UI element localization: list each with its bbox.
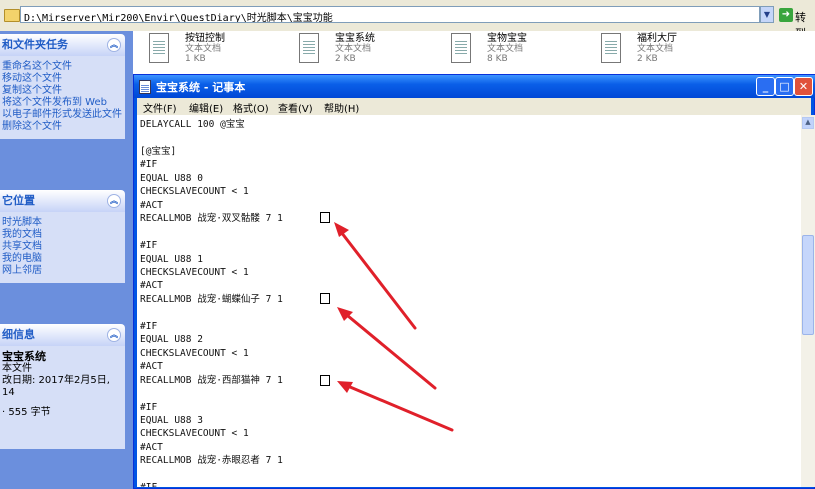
task-rename[interactable]: 重命名这个文件 <box>0 61 125 73</box>
file-name: 福利大厅 <box>637 33 677 44</box>
panel-title: 细信息 <box>2 328 35 341</box>
place-my-documents[interactable]: 我的文档 <box>0 229 125 241</box>
highlight-box <box>320 212 330 223</box>
place-shared-documents[interactable]: 共享文档 <box>0 241 125 253</box>
task-pane: 和文件夹任务 ︽ 重命名这个文件 移动这个文件 复制这个文件 将这个文件发布到 … <box>0 31 133 489</box>
file-list: 按钮控制 文本文档 1 KB 宝宝系统 文本文档 2 KB 宝物宝宝 文本文档 … <box>133 31 815 76</box>
detail-size: · 555 字节 <box>2 407 51 418</box>
file-tasks-header[interactable]: 和文件夹任务 ︽ <box>0 34 125 56</box>
highlight-box <box>320 293 330 304</box>
close-icon[interactable]: ✕ <box>794 77 813 96</box>
file-item[interactable]: 宝物宝宝 文本文档 8 KB <box>451 33 581 73</box>
menu-file[interactable]: 文件(F) <box>143 100 177 115</box>
file-name: 按钮控制 <box>185 33 225 44</box>
title-bar[interactable]: 宝宝系统 - 记事本 _ □ ✕ <box>134 75 815 98</box>
window-title: 宝宝系统 - 记事本 <box>156 81 246 94</box>
task-copy[interactable]: 复制这个文件 <box>0 85 125 97</box>
task-move[interactable]: 移动这个文件 <box>0 73 125 85</box>
address-dropdown-icon[interactable]: ▼ <box>760 6 774 23</box>
detail-type: 本文件 <box>2 363 32 374</box>
scroll-thumb[interactable] <box>802 235 814 335</box>
file-item[interactable]: 福利大厅 文本文档 2 KB <box>601 33 731 73</box>
file-type: 文本文档 <box>185 44 222 54</box>
file-size: 8 KB <box>487 54 508 64</box>
detail-name: 宝宝系统 <box>2 350 46 363</box>
file-item[interactable]: 宝宝系统 文本文档 2 KB <box>299 33 429 73</box>
vertical-scrollbar[interactable]: ▲ <box>801 115 815 487</box>
file-name: 宝物宝宝 <box>487 33 527 44</box>
text-file-icon <box>451 33 471 63</box>
go-arrow-icon[interactable]: ➜ <box>779 8 793 22</box>
task-email[interactable]: 以电子邮件形式发送此文件 <box>0 109 125 121</box>
menu-help[interactable]: 帮助(H) <box>324 100 359 115</box>
details-panel: 细信息 ︽ 宝宝系统 本文件 改日期: 2017年2月5日, 14 · 555 … <box>0 324 125 449</box>
other-places-panel: 它位置 ︽ 时光脚本 我的文档 共享文档 我的电脑 网上邻居 <box>0 190 125 283</box>
maximize-icon[interactable]: □ <box>775 77 794 96</box>
highlight-box <box>320 375 330 386</box>
menu-view[interactable]: 查看(V) <box>278 100 313 115</box>
other-places-header[interactable]: 它位置 ︽ <box>0 190 125 212</box>
file-size: 1 KB <box>185 54 206 64</box>
file-type: 文本文档 <box>335 44 372 54</box>
text-file-icon <box>299 33 319 63</box>
scroll-up-icon[interactable]: ▲ <box>802 117 814 129</box>
address-bar: D:\Mirserver\Mir200\Envir\QuestDiary\时光脚… <box>0 0 815 40</box>
file-type: 文本文档 <box>487 44 524 54</box>
text-editor[interactable]: DELAYCALL 100 @宝宝 [@宝宝] #IF EQUAL U88 0 … <box>137 115 801 487</box>
file-tasks-panel: 和文件夹任务 ︽ 重命名这个文件 移动这个文件 复制这个文件 将这个文件发布到 … <box>0 34 125 139</box>
detail-modified: 改日期: 2017年2月5日, 14 <box>2 375 110 398</box>
file-name: 宝宝系统 <box>335 33 375 44</box>
file-type: 文本文档 <box>637 44 674 54</box>
text-file-icon <box>149 33 169 63</box>
place-my-computer[interactable]: 我的电脑 <box>0 253 125 265</box>
minimize-icon[interactable]: _ <box>756 77 775 96</box>
details-header[interactable]: 细信息 ︽ <box>0 324 125 346</box>
place-shiguang[interactable]: 时光脚本 <box>0 217 125 229</box>
menu-format[interactable]: 格式(O) <box>233 100 269 115</box>
panel-title: 它位置 <box>2 194 35 207</box>
collapse-icon[interactable]: ︽ <box>107 194 121 208</box>
collapse-icon[interactable]: ︽ <box>107 328 121 342</box>
collapse-icon[interactable]: ︽ <box>107 38 121 52</box>
menu-bar: 文件(F) 编辑(E) 格式(O) 查看(V) 帮助(H) <box>137 98 811 115</box>
text-file-icon <box>601 33 621 63</box>
menu-edit[interactable]: 编辑(E) <box>189 100 223 115</box>
script-text: DELAYCALL 100 @宝宝 [@宝宝] #IF EQUAL U88 0 … <box>140 119 283 487</box>
panel-title: 和文件夹任务 <box>2 38 68 51</box>
place-network[interactable]: 网上邻居 <box>0 265 125 277</box>
folder-icon <box>4 9 20 22</box>
task-delete[interactable]: 删除这个文件 <box>0 121 125 133</box>
file-size: 2 KB <box>335 54 356 64</box>
notepad-icon <box>139 80 151 94</box>
file-item[interactable]: 按钮控制 文本文档 1 KB <box>149 33 279 73</box>
address-input[interactable]: D:\Mirserver\Mir200\Envir\QuestDiary\时光脚… <box>20 6 760 23</box>
task-publish[interactable]: 将这个文件发布到 Web <box>0 97 125 109</box>
notepad-window: 宝宝系统 - 记事本 _ □ ✕ 文件(F) 编辑(E) 格式(O) 查看(V)… <box>133 74 815 489</box>
file-size: 2 KB <box>637 54 658 64</box>
